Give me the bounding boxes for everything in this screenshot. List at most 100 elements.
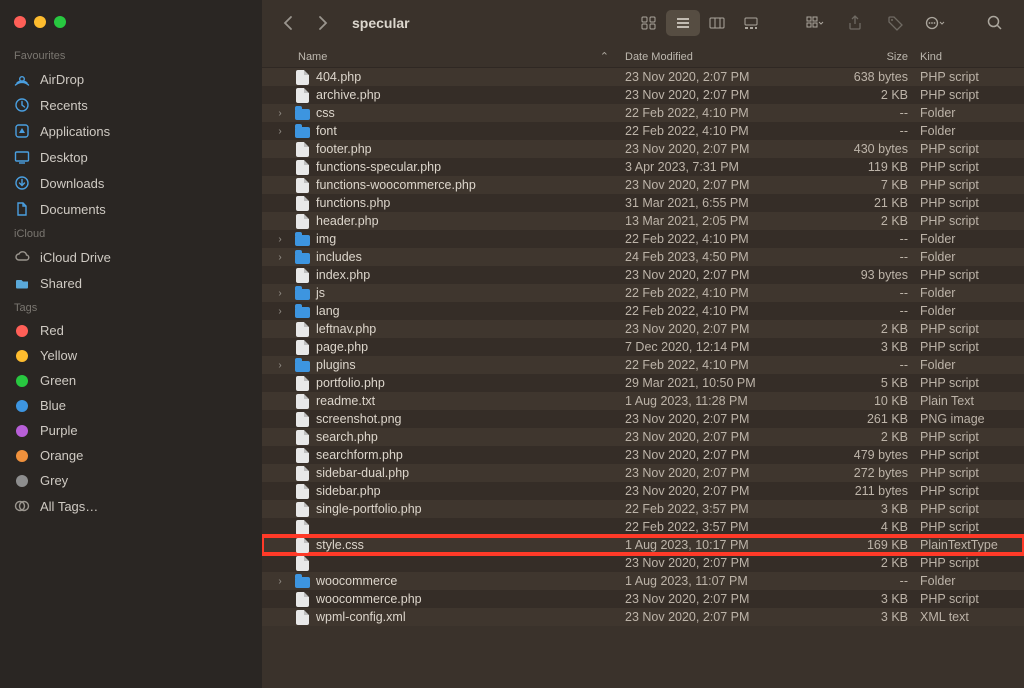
- file-size: 5 KB: [825, 376, 920, 390]
- sidebar-item-label: All Tags…: [40, 499, 98, 514]
- sidebar-item[interactable]: Desktop: [0, 144, 262, 170]
- file-kind: Folder: [920, 574, 1024, 588]
- file-row[interactable]: screenshot.png23 Nov 2020, 2:07 PM261 KB…: [262, 410, 1024, 428]
- sidebar-item-label: AirDrop: [40, 72, 84, 87]
- file-row[interactable]: ›woocommerce1 Aug 2023, 11:07 PM--Folder: [262, 572, 1024, 590]
- sidebar-item[interactable]: Orange: [0, 443, 262, 468]
- main-pane: specular Name⌃ Date Modified Size Kind 4…: [262, 0, 1024, 688]
- disclosure-chevron-icon[interactable]: ›: [272, 576, 288, 587]
- sidebar-item-label: Grey: [40, 473, 68, 488]
- sidebar-item[interactable]: Shared: [0, 270, 262, 296]
- search-button[interactable]: [978, 10, 1012, 36]
- file-date: 1 Aug 2023, 10:17 PM: [625, 538, 825, 552]
- share-button[interactable]: [838, 10, 872, 36]
- file-row[interactable]: style.css1 Aug 2023, 10:17 PM169 KBPlain…: [262, 536, 1024, 554]
- file-row[interactable]: sidebar-dual.php23 Nov 2020, 2:07 PM272 …: [262, 464, 1024, 482]
- file-row[interactable]: archive.php23 Nov 2020, 2:07 PM2 KBPHP s…: [262, 86, 1024, 104]
- forward-button[interactable]: [308, 9, 336, 37]
- sidebar-item[interactable]: Blue: [0, 393, 262, 418]
- disclosure-chevron-icon[interactable]: ›: [272, 234, 288, 245]
- sidebar-item[interactable]: Yellow: [0, 343, 262, 368]
- file-row[interactable]: functions-specular.php3 Apr 2023, 7:31 P…: [262, 158, 1024, 176]
- file-row[interactable]: search.php23 Nov 2020, 2:07 PM2 KBPHP sc…: [262, 428, 1024, 446]
- file-row[interactable]: ›js22 Feb 2022, 4:10 PM--Folder: [262, 284, 1024, 302]
- file-row[interactable]: ›plugins22 Feb 2022, 4:10 PM--Folder: [262, 356, 1024, 374]
- sidebar-item[interactable]: Recents: [0, 92, 262, 118]
- sidebar-item[interactable]: All Tags…: [0, 493, 262, 519]
- file-date: 29 Mar 2021, 10:50 PM: [625, 376, 825, 390]
- file-row[interactable]: 22 Feb 2022, 3:57 PM4 KBPHP script: [262, 518, 1024, 536]
- file-kind: PHP script: [920, 430, 1024, 444]
- file-kind: PHP script: [920, 466, 1024, 480]
- file-row[interactable]: functions-woocommerce.php23 Nov 2020, 2:…: [262, 176, 1024, 194]
- file-kind: PHP script: [920, 178, 1024, 192]
- file-date: 3 Apr 2023, 7:31 PM: [625, 160, 825, 174]
- sidebar-item[interactable]: Purple: [0, 418, 262, 443]
- sidebar-item[interactable]: Applications: [0, 118, 262, 144]
- file-row[interactable]: ›font22 Feb 2022, 4:10 PM--Folder: [262, 122, 1024, 140]
- disclosure-chevron-icon[interactable]: ›: [272, 252, 288, 263]
- view-columns-button[interactable]: [700, 10, 734, 36]
- file-row[interactable]: functions.php31 Mar 2021, 6:55 PM21 KBPH…: [262, 194, 1024, 212]
- sidebar: FavouritesAirDropRecentsApplicationsDesk…: [0, 0, 262, 688]
- view-icons-button[interactable]: [632, 10, 666, 36]
- disclosure-chevron-icon[interactable]: ›: [272, 360, 288, 371]
- disclosure-chevron-icon[interactable]: ›: [272, 288, 288, 299]
- file-row[interactable]: portfolio.php29 Mar 2021, 10:50 PM5 KBPH…: [262, 374, 1024, 392]
- file-row[interactable]: readme.txt1 Aug 2023, 11:28 PM10 KBPlain…: [262, 392, 1024, 410]
- col-size[interactable]: Size: [825, 51, 920, 63]
- col-date[interactable]: Date Modified: [625, 51, 825, 63]
- file-size: --: [825, 106, 920, 120]
- disclosure-chevron-icon[interactable]: ›: [272, 306, 288, 317]
- file-row[interactable]: header.php13 Mar 2021, 2:05 PM2 KBPHP sc…: [262, 212, 1024, 230]
- file-row[interactable]: sidebar.php23 Nov 2020, 2:07 PM211 bytes…: [262, 482, 1024, 500]
- file-row[interactable]: ›includes24 Feb 2023, 4:50 PM--Folder: [262, 248, 1024, 266]
- file-name: header.php: [316, 214, 379, 228]
- sidebar-item[interactable]: Red: [0, 318, 262, 343]
- sidebar-item[interactable]: iCloud Drive: [0, 244, 262, 270]
- file-icon: [294, 159, 310, 175]
- sidebar-item-label: Shared: [40, 276, 82, 291]
- folder-icon: [294, 231, 310, 247]
- file-row[interactable]: index.php23 Nov 2020, 2:07 PM93 bytesPHP…: [262, 266, 1024, 284]
- file-name: functions.php: [316, 196, 390, 210]
- file-row[interactable]: searchform.php23 Nov 2020, 2:07 PM479 by…: [262, 446, 1024, 464]
- file-row[interactable]: footer.php23 Nov 2020, 2:07 PM430 bytesP…: [262, 140, 1024, 158]
- view-list-button[interactable]: [666, 10, 700, 36]
- file-row[interactable]: wpml-config.xml23 Nov 2020, 2:07 PM3 KBX…: [262, 608, 1024, 626]
- file-row[interactable]: 23 Nov 2020, 2:07 PM2 KBPHP script: [262, 554, 1024, 572]
- file-kind: Plain Text: [920, 394, 1024, 408]
- disclosure-chevron-icon[interactable]: ›: [272, 108, 288, 119]
- file-date: 31 Mar 2021, 6:55 PM: [625, 196, 825, 210]
- tag-button[interactable]: [878, 10, 912, 36]
- close-icon[interactable]: [14, 16, 26, 28]
- file-name: plugins: [316, 358, 356, 372]
- disclosure-chevron-icon[interactable]: ›: [272, 126, 288, 137]
- group-button[interactable]: [798, 10, 832, 36]
- file-name: includes: [316, 250, 362, 264]
- file-date: 23 Nov 2020, 2:07 PM: [625, 610, 825, 624]
- sidebar-item-label: Orange: [40, 448, 83, 463]
- maximize-icon[interactable]: [54, 16, 66, 28]
- sidebar-item[interactable]: Downloads: [0, 170, 262, 196]
- file-row[interactable]: ›css22 Feb 2022, 4:10 PM--Folder: [262, 104, 1024, 122]
- file-row[interactable]: page.php7 Dec 2020, 12:14 PM3 KBPHP scri…: [262, 338, 1024, 356]
- col-kind[interactable]: Kind: [920, 51, 1024, 63]
- view-gallery-button[interactable]: [734, 10, 768, 36]
- file-row[interactable]: leftnav.php23 Nov 2020, 2:07 PM2 KBPHP s…: [262, 320, 1024, 338]
- sidebar-item[interactable]: AirDrop: [0, 66, 262, 92]
- file-row[interactable]: single-portfolio.php22 Feb 2022, 3:57 PM…: [262, 500, 1024, 518]
- sidebar-item[interactable]: Grey: [0, 468, 262, 493]
- file-row[interactable]: ›img22 Feb 2022, 4:10 PM--Folder: [262, 230, 1024, 248]
- minimize-icon[interactable]: [34, 16, 46, 28]
- back-button[interactable]: [274, 9, 302, 37]
- col-name[interactable]: Name⌃: [298, 50, 625, 63]
- app-icon: [14, 123, 30, 139]
- sidebar-item[interactable]: Green: [0, 368, 262, 393]
- action-button[interactable]: [918, 10, 952, 36]
- file-row[interactable]: 404.php23 Nov 2020, 2:07 PM638 bytesPHP …: [262, 68, 1024, 86]
- shared-icon: [14, 275, 30, 291]
- file-row[interactable]: woocommerce.php23 Nov 2020, 2:07 PM3 KBP…: [262, 590, 1024, 608]
- sidebar-item[interactable]: Documents: [0, 196, 262, 222]
- file-row[interactable]: ›lang22 Feb 2022, 4:10 PM--Folder: [262, 302, 1024, 320]
